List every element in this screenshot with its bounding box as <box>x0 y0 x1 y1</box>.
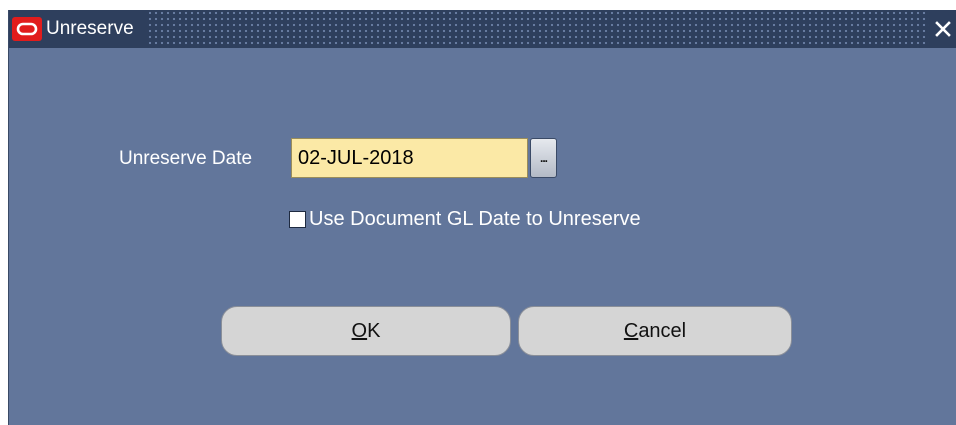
ellipsis-icon: ... <box>539 151 548 165</box>
ok-mnemonic: O <box>351 319 368 342</box>
use-gl-date-checkbox[interactable] <box>289 211 306 228</box>
cancel-label-rest: ancel <box>638 319 687 342</box>
cancel-mnemonic: C <box>623 319 639 342</box>
ok-label-rest: K <box>367 319 381 342</box>
oracle-icon <box>12 17 42 41</box>
date-picker-button[interactable]: ... <box>530 138 557 178</box>
title-bar[interactable]: Unreserve <box>9 10 956 48</box>
use-gl-date-label: Use Document GL Date to Unreserve <box>309 208 641 230</box>
close-button[interactable] <box>929 10 956 48</box>
ok-button[interactable]: OK <box>221 306 511 356</box>
window-title: Unreserve <box>46 18 134 39</box>
cancel-button[interactable]: Cancel <box>518 306 792 356</box>
title-group: Unreserve <box>9 10 148 48</box>
use-gl-date-option[interactable]: Use Document GL Date to Unreserve <box>289 208 641 231</box>
close-icon <box>935 21 951 37</box>
unreserve-date-input[interactable] <box>291 138 528 178</box>
unreserve-date-label: Unreserve Date <box>119 148 253 169</box>
unreserve-dialog: Unreserve Unreserve Date ... Use Documen… <box>8 10 956 425</box>
